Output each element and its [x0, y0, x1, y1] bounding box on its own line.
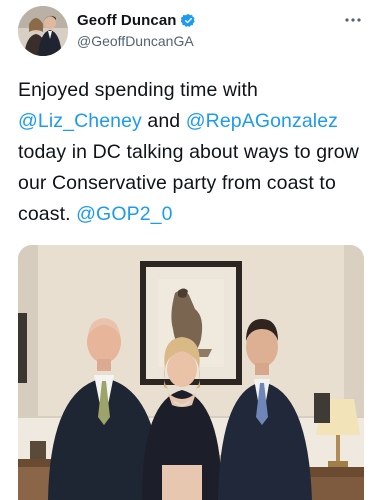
tweet-text-segment: today in DC talking about ways to grow o…: [18, 141, 359, 225]
tweet-text-segment: and: [141, 110, 186, 132]
handle[interactable]: @GeoffDuncanGA: [77, 33, 194, 49]
mention-link[interactable]: @GOP2_0: [76, 203, 172, 225]
tweet-text-segment: Enjoyed spending time with: [18, 79, 258, 101]
tweet-text: Enjoyed spending time with @Liz_Cheney a…: [18, 75, 368, 230]
verified-badge-icon: [180, 13, 196, 28]
tweet-photo[interactable]: [18, 245, 364, 500]
display-name[interactable]: Geoff Duncan: [77, 12, 177, 29]
avatar[interactable]: [18, 6, 68, 56]
tweet-header: Geoff Duncan @GeoffDuncanGA: [0, 0, 382, 62]
wall-frame-left: [18, 313, 27, 383]
mention-link[interactable]: @RepAGonzalez: [186, 110, 338, 132]
mention-link[interactable]: @Liz_Cheney: [18, 110, 142, 132]
more-options-icon[interactable]: [344, 12, 362, 22]
